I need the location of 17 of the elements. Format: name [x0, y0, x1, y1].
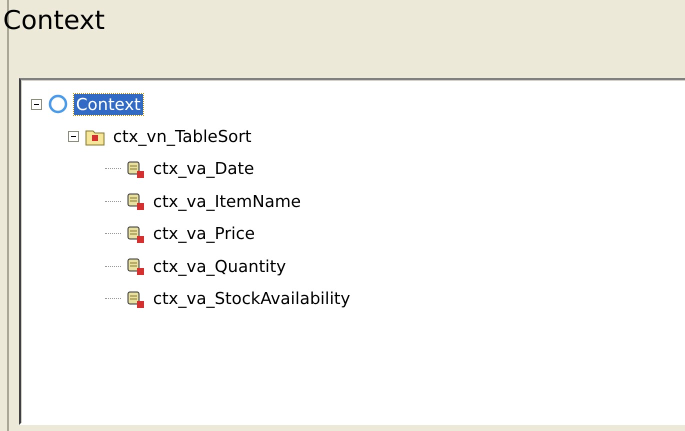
tree-item[interactable]: ctx_va_StockAvailability [151, 288, 352, 310]
folder-icon [85, 128, 105, 146]
tree-item[interactable]: ctx_va_ItemName [151, 190, 303, 212]
collapse-toggle[interactable] [31, 98, 42, 110]
attribute-icon [127, 290, 145, 308]
tree-item[interactable]: ctx_va_Price [151, 223, 257, 244]
panel-title: Context [3, 6, 106, 38]
tree-item[interactable]: ctx_va_Quantity [151, 256, 288, 277]
tree-item[interactable]: Context [74, 94, 143, 115]
attribute-icon [127, 192, 145, 210]
attribute-icon [127, 257, 145, 276]
tree-item[interactable]: ctx_va_Date [151, 158, 256, 180]
collapse-toggle[interactable] [68, 131, 79, 142]
attribute-icon [127, 224, 145, 243]
tree-item[interactable]: ctx_vn_TableSort [111, 126, 254, 148]
attribute-icon [127, 160, 145, 178]
circle-icon [48, 94, 68, 114]
